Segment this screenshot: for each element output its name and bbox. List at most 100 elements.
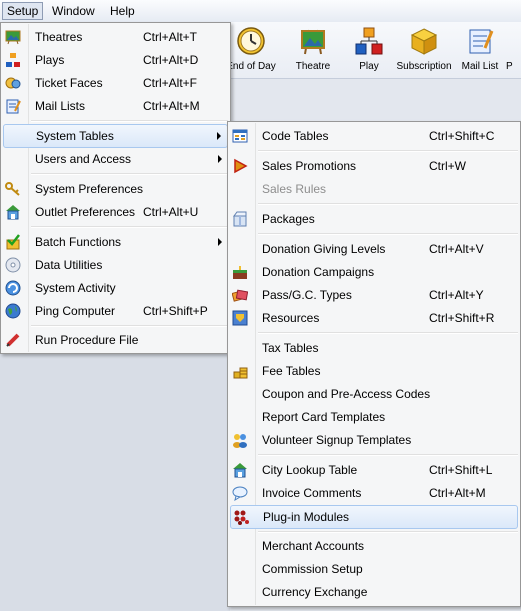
ticket-faces-icon <box>5 77 21 89</box>
menu-item-label: Coupon and Pre-Access Codes <box>262 387 431 401</box>
menu-item-label: Currency Exchange <box>262 585 368 599</box>
menu-item-system-preferences[interactable]: System Preferences <box>3 178 228 200</box>
menu-item-plays[interactable]: Plays Ctrl+Alt+D <box>3 49 228 71</box>
menu-separator <box>258 332 518 334</box>
menu-item-outlet-preferences[interactable]: Outlet Preferences Ctrl+Alt+U <box>3 201 228 223</box>
menu-item-pass-gc-types[interactable]: Pass/G.C. Types Ctrl+Alt+Y <box>230 284 518 306</box>
menu-window[interactable]: Window <box>48 3 99 19</box>
key-icon <box>5 182 20 196</box>
theatre-easel-icon <box>301 29 325 55</box>
menu-item-donation-giving-levels[interactable]: Donation Giving Levels Ctrl+Alt+V <box>230 238 518 260</box>
menu-item-label: Plug-in Modules <box>263 510 350 524</box>
menu-item-label: Run Procedure File <box>35 333 139 347</box>
play-arrow-icon <box>234 158 248 174</box>
menu-item-sales-rules[interactable]: Sales Rules <box>230 178 518 200</box>
menu-item-shortcut: Ctrl+Shift+C <box>429 129 495 143</box>
menu-help[interactable]: Help <box>106 3 139 19</box>
comment-bubble-icon <box>232 486 248 501</box>
menu-item-shortcut: Ctrl+Alt+U <box>143 205 199 219</box>
menu-item-mail-lists[interactable]: Mail Lists Ctrl+Alt+M <box>3 95 228 117</box>
mail-lists-icon <box>6 99 21 114</box>
menu-item-label: Plays <box>35 53 65 67</box>
menu-item-shortcut: Ctrl+Alt+F <box>143 76 198 90</box>
menu-item-label: Merchant Accounts <box>262 539 365 553</box>
menu-item-system-activity[interactable]: System Activity <box>3 277 228 299</box>
menu-item-run-procedure-file[interactable]: Run Procedure File <box>3 329 228 351</box>
menu-item-ticket-faces[interactable]: Ticket Faces Ctrl+Alt+F <box>3 72 228 94</box>
menu-item-label: Invoice Comments <box>262 486 362 500</box>
procedure-pen-icon <box>6 333 20 347</box>
menu-item-packages[interactable]: Packages <box>230 208 518 230</box>
menu-item-system-tables[interactable]: System Tables <box>3 124 228 148</box>
menu-item-label: Sales Rules <box>262 182 327 196</box>
data-disc-icon <box>5 257 21 273</box>
menu-item-donation-campaigns[interactable]: Donation Campaigns <box>230 261 518 283</box>
menu-item-label: Fee Tables <box>262 364 321 378</box>
menu-item-label: Mail Lists <box>35 99 86 113</box>
toolbar-theatre-button[interactable]: Theatre <box>288 24 338 76</box>
campaign-cake-icon <box>233 266 247 279</box>
subscription-box-icon <box>410 28 438 55</box>
menu-item-data-utilities[interactable]: Data Utilities <box>3 254 228 276</box>
menu-item-label: Packages <box>262 212 315 226</box>
toolbar-mail-list-label: Mail List <box>461 61 499 72</box>
menu-item-coupon-pre-access-codes[interactable]: Coupon and Pre-Access Codes <box>230 383 518 405</box>
menu-separator <box>258 454 518 456</box>
plugin-dots-icon <box>234 510 249 525</box>
system-tables-submenu: Code Tables Ctrl+Shift+C Sales Promotion… <box>227 121 521 607</box>
mail-list-icon <box>469 29 494 54</box>
menu-setup[interactable]: Setup <box>2 2 44 20</box>
menu-item-tax-tables[interactable]: Tax Tables <box>230 337 518 359</box>
menu-item-label: Commission Setup <box>262 562 363 576</box>
menu-item-label: Data Utilities <box>35 258 103 272</box>
menu-item-fee-tables[interactable]: Fee Tables <box>230 360 518 382</box>
city-house-icon <box>233 463 247 478</box>
package-icon <box>233 211 247 227</box>
menu-item-label: Volunteer Signup Templates <box>262 433 412 447</box>
menu-item-label: System Activity <box>35 281 116 295</box>
theatres-icon <box>5 30 21 45</box>
toolbar-theatre-label: Theatre <box>295 61 331 72</box>
resources-icon <box>232 310 248 326</box>
menu-item-theatres[interactable]: Theatres Ctrl+Alt+T <box>3 26 228 48</box>
menu-item-shortcut: Ctrl+Alt+T <box>143 30 198 44</box>
menu-item-currency-exchange[interactable]: Currency Exchange <box>230 581 518 603</box>
toolbar-partial-button[interactable]: P <box>506 24 521 76</box>
menu-item-label: Code Tables <box>262 129 329 143</box>
toolbar-subscription-label: Subscription <box>396 61 452 72</box>
submenu-arrow-icon <box>217 132 221 140</box>
menu-item-sales-promotions[interactable]: Sales Promotions Ctrl+W <box>230 155 518 177</box>
toolbar-play-button[interactable]: Play <box>344 24 394 76</box>
menu-item-volunteer-signup-templates[interactable]: Volunteer Signup Templates <box>230 429 518 451</box>
menu-item-invoice-comments[interactable]: Invoice Comments Ctrl+Alt+M <box>230 482 518 504</box>
menu-item-label: System Preferences <box>35 182 144 196</box>
menu-separator <box>258 531 518 533</box>
toolbar-subscription-button[interactable]: Subscription <box>396 24 452 76</box>
menu-item-city-lookup-table[interactable]: City Lookup Table Ctrl+Shift+L <box>230 459 518 481</box>
menu-item-shortcut: Ctrl+Alt+M <box>429 486 486 500</box>
toolbar-end-of-day-button[interactable]: End of Day <box>224 24 278 76</box>
menu-item-commission-setup[interactable]: Commission Setup <box>230 558 518 580</box>
setup-menu: Theatres Ctrl+Alt+T Plays Ctrl+Alt+D Tic… <box>0 22 231 354</box>
menu-item-users-and-access[interactable]: Users and Access <box>3 148 228 170</box>
plays-icon <box>6 53 20 67</box>
submenu-arrow-icon <box>218 238 222 246</box>
menu-item-report-card-templates[interactable]: Report Card Templates <box>230 406 518 428</box>
menu-item-resources[interactable]: Resources Ctrl+Shift+R <box>230 307 518 329</box>
menu-item-label: Sales Promotions <box>262 159 357 173</box>
menu-item-ping-computer[interactable]: Ping Computer Ctrl+Shift+P <box>3 300 228 322</box>
globe-icon <box>5 303 21 319</box>
outlet-house-icon <box>6 205 20 220</box>
clock-icon <box>237 27 265 55</box>
menu-separator <box>31 325 228 327</box>
menu-item-label: Ticket Faces <box>35 76 103 90</box>
menu-item-code-tables[interactable]: Code Tables Ctrl+Shift+C <box>230 125 518 147</box>
toolbar-mail-list-button[interactable]: Mail List <box>456 24 504 76</box>
tickets-icon <box>232 289 248 302</box>
menu-item-merchant-accounts[interactable]: Merchant Accounts <box>230 535 518 557</box>
menu-item-label: Outlet Preferences <box>35 205 136 219</box>
menu-item-label: Theatres <box>35 30 83 44</box>
menu-item-plug-in-modules[interactable]: Plug-in Modules <box>230 505 518 529</box>
menu-item-batch-functions[interactable]: Batch Functions <box>3 231 228 253</box>
menu-item-shortcut: Ctrl+Shift+P <box>143 304 208 318</box>
